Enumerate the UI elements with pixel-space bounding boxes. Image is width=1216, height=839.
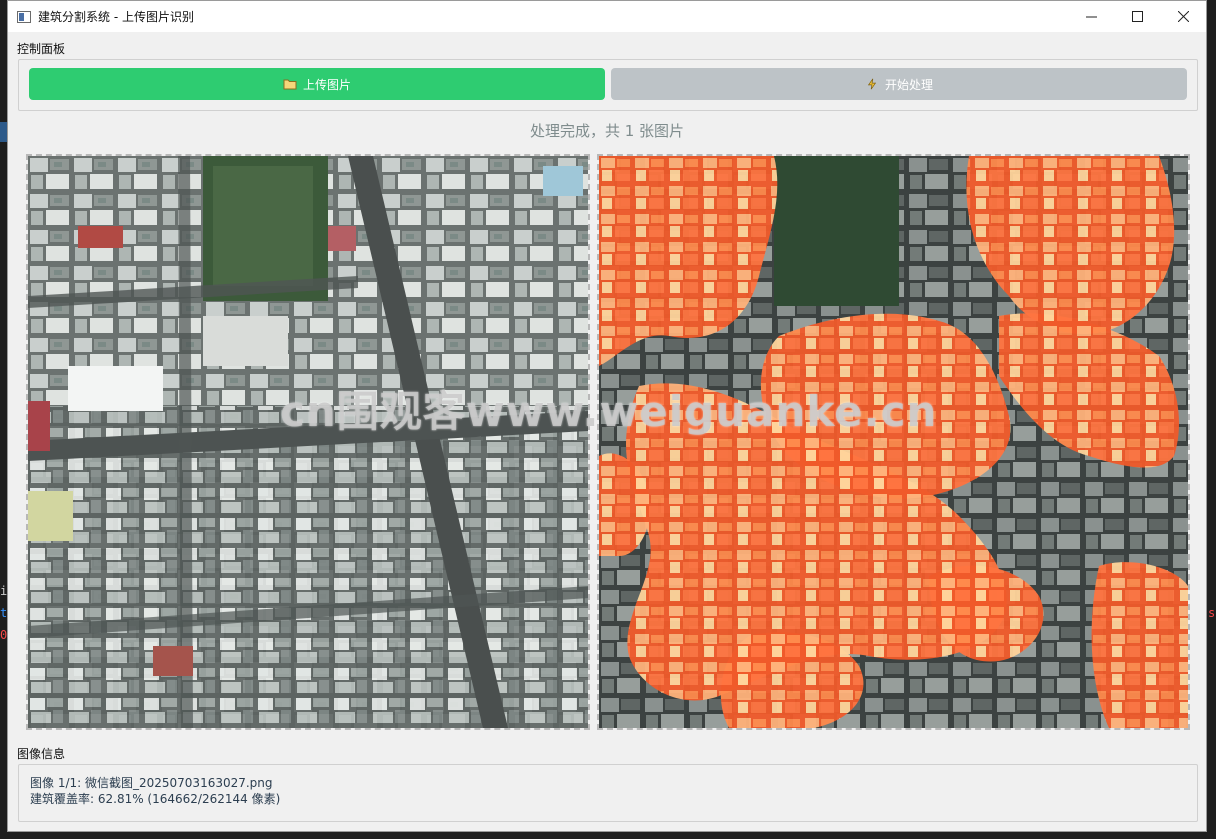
aerial-photo-original: [28, 156, 588, 728]
control-panel-label: 控制面板: [17, 42, 66, 56]
app-icon: [17, 10, 31, 23]
watermark-text: cn围观客www.weiguanke.cn: [280, 387, 938, 436]
background-decoration: [0, 122, 7, 142]
background-text: s: [1208, 606, 1216, 620]
start-processing-button[interactable]: 开始处理: [611, 68, 1187, 100]
lightning-icon: [867, 78, 877, 90]
folder-icon: [283, 79, 297, 90]
aerial-photo-segmentation-overlay: [599, 156, 1188, 728]
maximize-button[interactable]: [1114, 1, 1160, 32]
image-info-filename: 图像 1/1: 微信截图_20250703163027.png: [30, 776, 273, 790]
close-icon: [1177, 11, 1189, 22]
control-panel: 上传图片 开始处理: [18, 59, 1198, 111]
image-info-label: 图像信息: [17, 747, 66, 761]
original-image-panel: [26, 154, 590, 730]
upload-button-label: 上传图片: [302, 77, 351, 92]
window-title: 建筑分割系统 - 上传图片识别: [38, 10, 194, 24]
image-info-panel: 图像 1/1: 微信截图_20250703163027.png 建筑覆盖率: 6…: [18, 764, 1198, 822]
upload-image-button[interactable]: 上传图片: [29, 68, 605, 100]
minimize-button[interactable]: [1068, 1, 1114, 32]
image-info-coverage: 建筑覆盖率: 62.81% (164662/262144 像素): [30, 792, 281, 806]
minimize-icon: [1085, 16, 1097, 18]
process-button-label: 开始处理: [884, 77, 933, 92]
title-bar[interactable]: 建筑分割系统 - 上传图片识别: [8, 1, 1206, 32]
status-message: 处理完成，共 1 张图片: [529, 122, 685, 140]
close-button[interactable]: [1160, 1, 1206, 32]
maximize-icon: [1131, 11, 1143, 22]
segmentation-result-panel: [597, 154, 1190, 730]
